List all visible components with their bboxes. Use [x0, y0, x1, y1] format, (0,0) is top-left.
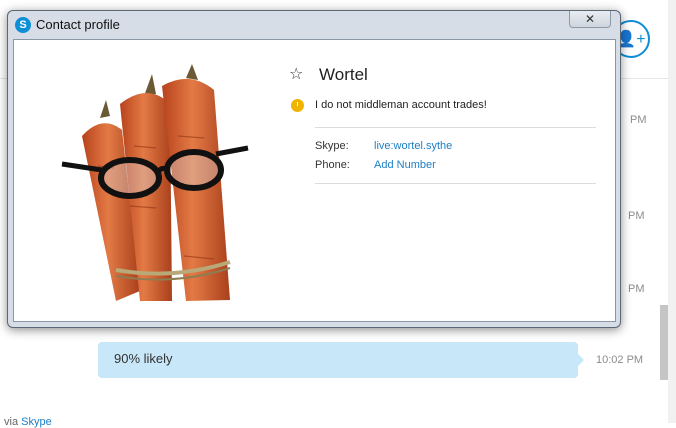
divider — [315, 127, 596, 128]
message-text: 90% likely — [114, 351, 173, 366]
footer-prefix: via — [4, 416, 19, 428]
message-bubble[interactable]: 90% likely — [98, 342, 578, 378]
carrot-stem — [100, 100, 110, 118]
close-button[interactable]: ✕ — [569, 11, 611, 28]
message-time: PM — [628, 210, 645, 222]
glasses-lens-right — [164, 149, 224, 191]
message-bubble-tail — [576, 352, 584, 368]
skype-logo-icon: S — [15, 17, 31, 33]
message-time: 10:02 PM — [596, 354, 644, 366]
add-number-link[interactable]: Add Number — [374, 159, 436, 171]
profile-content: ☆ Wortel I do not middleman account trad… — [13, 39, 616, 322]
window-title: Contact profile — [36, 17, 120, 32]
star-icon[interactable]: ☆ — [289, 64, 303, 84]
carrot-stem — [144, 74, 156, 96]
window-titlebar[interactable]: S Contact profile ✕ — [8, 11, 620, 39]
close-icon: ✕ — [584, 12, 596, 26]
skype-label: Skype: — [315, 140, 349, 152]
message-time: PM — [628, 283, 645, 295]
contact-profile-window: S Contact profile ✕ ☆ Wortel I do not mi… — [7, 10, 621, 328]
footer-link[interactable]: Skype — [21, 416, 52, 428]
mood-message: I do not middleman account trades! — [315, 99, 487, 111]
skype-id-link[interactable]: live:wortel.sythe — [374, 140, 452, 152]
glasses-arm — [215, 145, 249, 157]
message-time: PM — [630, 114, 647, 126]
contact-avatar — [61, 64, 249, 301]
footer-note: via Skype — [4, 416, 52, 428]
chat-scrollbar-thumb[interactable] — [660, 305, 668, 380]
chat-scrollbar[interactable] — [668, 0, 676, 423]
phone-label: Phone: — [315, 159, 350, 171]
divider — [315, 183, 596, 184]
carrot-stem — [186, 64, 198, 80]
glasses-lens-left — [98, 157, 162, 199]
clock-icon — [291, 99, 304, 112]
contact-name: Wortel — [319, 65, 368, 84]
